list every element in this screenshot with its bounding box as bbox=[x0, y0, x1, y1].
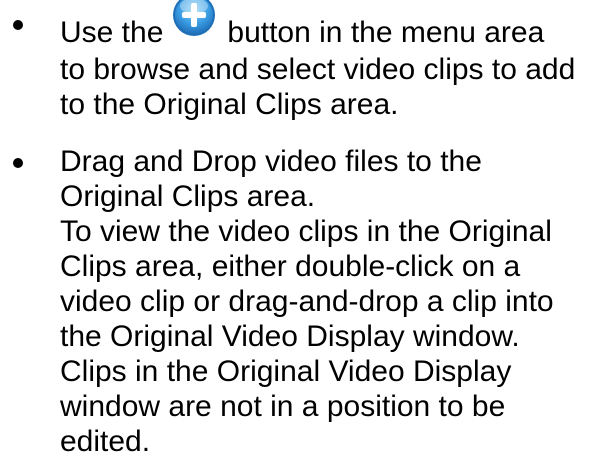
text-line: Original Clips area. bbox=[60, 180, 316, 213]
text-line: window are not in a position to be bbox=[60, 390, 506, 423]
text-line: Clips area, either double-click on a bbox=[60, 250, 521, 283]
text-line: Drag and Drop video files to the bbox=[60, 145, 482, 178]
bullet-item-add-clips: Use the button in the menu area to brows bbox=[13, 0, 610, 122]
text-line: the Original Video Display window. bbox=[60, 320, 520, 353]
text-line: To view the video clips in the Original bbox=[60, 215, 552, 248]
add-plus-icon bbox=[171, 0, 217, 38]
document-page: Use the button in the menu area to brows bbox=[0, 0, 613, 467]
text-line: edited. bbox=[60, 425, 151, 458]
text-suffix: button in the menu area bbox=[227, 16, 545, 49]
text-line: to the Original Clips area. bbox=[60, 88, 399, 121]
text-prefix: Use the bbox=[60, 16, 164, 49]
text-line: Clips in the Original Video Display bbox=[60, 355, 512, 388]
text-line: to browse and select video clips to add bbox=[60, 53, 576, 86]
bullet-dot bbox=[13, 158, 23, 168]
text-line: video clip or drag-and-drop a clip into bbox=[60, 285, 554, 318]
text-line: Use the button in the menu area bbox=[60, 0, 610, 52]
bullet-dot bbox=[13, 20, 23, 30]
bullet-item-drag-drop: Drag and Drop video files to the Origina… bbox=[13, 144, 610, 459]
